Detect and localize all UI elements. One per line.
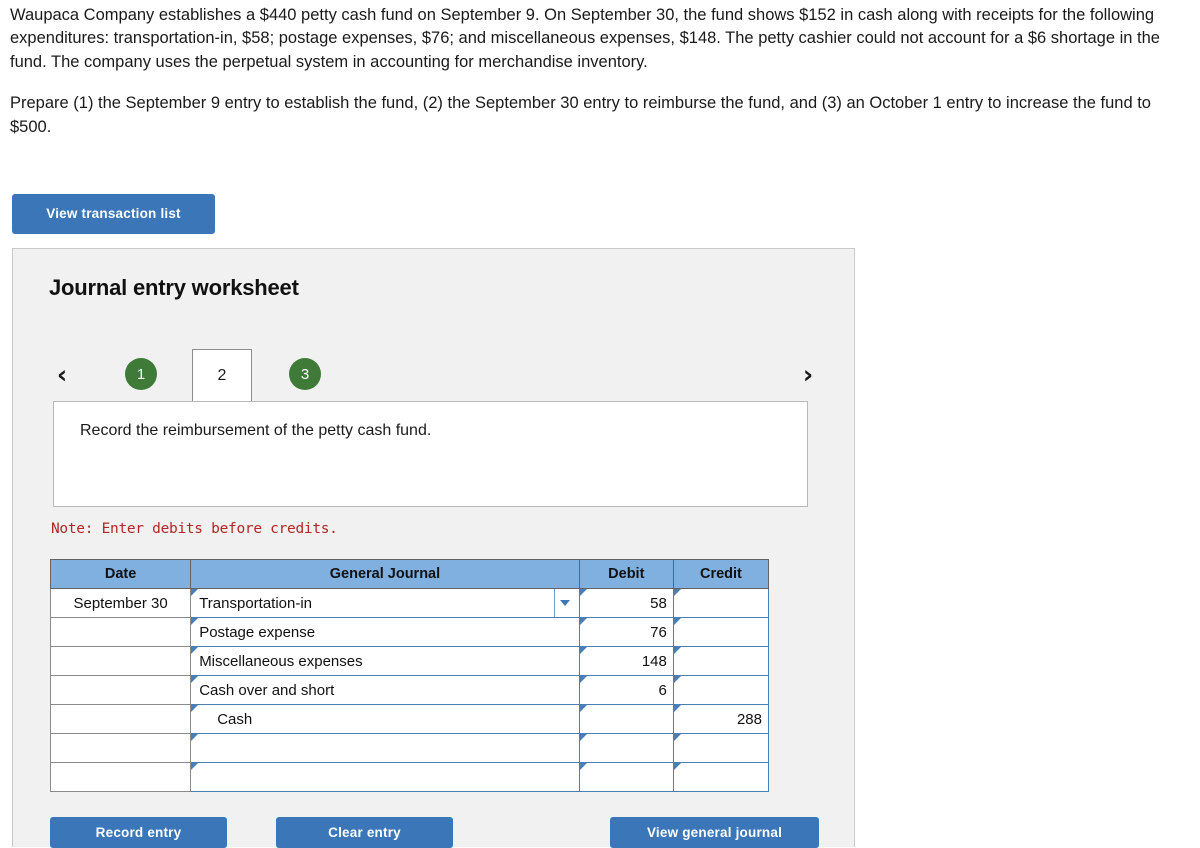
cell-debit-input[interactable] <box>578 762 674 792</box>
table-row <box>49 762 770 792</box>
cell-credit-input[interactable] <box>672 675 770 705</box>
cell-account-label: Miscellaneous expenses <box>199 652 363 670</box>
table-header-row: Date General Journal Debit Credit <box>49 559 770 589</box>
problem-paragraph-2: Prepare (1) the September 9 entry to est… <box>10 94 1151 136</box>
cell-account-select[interactable] <box>190 762 580 792</box>
chevron-down-icon[interactable] <box>553 589 575 617</box>
cell-date[interactable] <box>49 704 192 734</box>
cell-credit-input[interactable] <box>672 646 770 676</box>
problem-statement: Waupaca Company establishes a $440 petty… <box>10 4 1190 139</box>
cell-date[interactable] <box>49 646 192 676</box>
cell-account-label: Postage expense <box>199 623 316 641</box>
cell-credit-input[interactable] <box>672 762 770 792</box>
cell-debit-input[interactable]: 58 <box>578 588 674 618</box>
column-header-general-journal: General Journal <box>190 559 580 589</box>
general-journal-table: Date General Journal Debit Credit Septem… <box>49 559 770 792</box>
debits-before-credits-note: Note: Enter debits before credits. <box>51 521 338 537</box>
next-entry-arrow-icon[interactable]: › <box>795 355 821 393</box>
worksheet-tabstrip: ‹ 1 2 3 › <box>49 349 821 401</box>
table-row: Miscellaneous expenses 148 <box>49 646 770 676</box>
view-transaction-list-button[interactable]: View transaction list <box>12 194 215 234</box>
cell-debit-value: 76 <box>650 623 667 641</box>
problem-paragraph-1: Waupaca Company establishes a $440 petty… <box>10 6 1160 71</box>
cell-account-select[interactable] <box>190 733 580 763</box>
table-row: Postage expense 76 <box>49 617 770 647</box>
cell-credit-value: 288 <box>736 710 762 728</box>
cell-debit-input[interactable] <box>578 733 674 763</box>
cell-account-label: Cash <box>217 710 253 728</box>
journal-entry-worksheet-panel: Journal entry worksheet ‹ 1 2 3 › Record… <box>12 248 855 848</box>
cell-debit-input[interactable] <box>578 704 674 734</box>
cell-account-label: Cash over and short <box>199 681 335 699</box>
cell-credit-input[interactable] <box>672 588 770 618</box>
cell-account-select[interactable]: Transportation-in <box>190 588 580 618</box>
entry-instruction-text: Record the reimbursement of the petty ca… <box>80 422 432 439</box>
cell-date[interactable] <box>49 733 192 763</box>
clear-entry-button[interactable]: Clear entry <box>276 817 453 848</box>
cell-account-select[interactable]: Cash over and short <box>190 675 580 705</box>
worksheet-title: Journal entry worksheet <box>49 275 299 300</box>
cell-debit-value: 148 <box>641 652 667 670</box>
cell-credit-input[interactable] <box>672 733 770 763</box>
column-header-date: Date <box>49 559 192 589</box>
prev-entry-arrow-icon[interactable]: ‹ <box>49 355 75 393</box>
column-header-debit: Debit <box>578 559 674 589</box>
cell-account-select[interactable]: Postage expense <box>190 617 580 647</box>
worksheet-tab-1[interactable]: 1 <box>125 358 157 390</box>
cell-date[interactable]: September 30 <box>49 588 192 618</box>
cell-debit-input[interactable]: 76 <box>578 617 674 647</box>
cell-debit-input[interactable]: 148 <box>578 646 674 676</box>
worksheet-tab-2[interactable]: 2 <box>192 349 252 401</box>
view-general-journal-button[interactable]: View general journal <box>610 817 819 848</box>
cell-account-select[interactable]: Miscellaneous expenses <box>190 646 580 676</box>
table-row <box>49 733 770 763</box>
record-entry-button[interactable]: Record entry <box>50 817 227 848</box>
table-row: September 30 Transportation-in 58 <box>49 588 770 618</box>
column-header-credit: Credit <box>672 559 770 589</box>
cell-credit-input[interactable]: 288 <box>672 704 770 734</box>
cell-date[interactable] <box>49 762 192 792</box>
cell-debit-value: 6 <box>658 681 667 699</box>
cell-date[interactable] <box>49 617 192 647</box>
cell-debit-input[interactable]: 6 <box>578 675 674 705</box>
cell-date[interactable] <box>49 675 192 705</box>
cell-account-select[interactable]: Cash <box>190 704 580 734</box>
entry-instruction-box: Record the reimbursement of the petty ca… <box>53 401 808 507</box>
cell-credit-input[interactable] <box>672 617 770 647</box>
table-row: Cash over and short 6 <box>49 675 770 705</box>
cell-debit-value: 58 <box>650 594 667 612</box>
cell-account-label: Transportation-in <box>199 594 313 612</box>
table-row: Cash 288 <box>49 704 770 734</box>
worksheet-tab-3[interactable]: 3 <box>289 358 321 390</box>
